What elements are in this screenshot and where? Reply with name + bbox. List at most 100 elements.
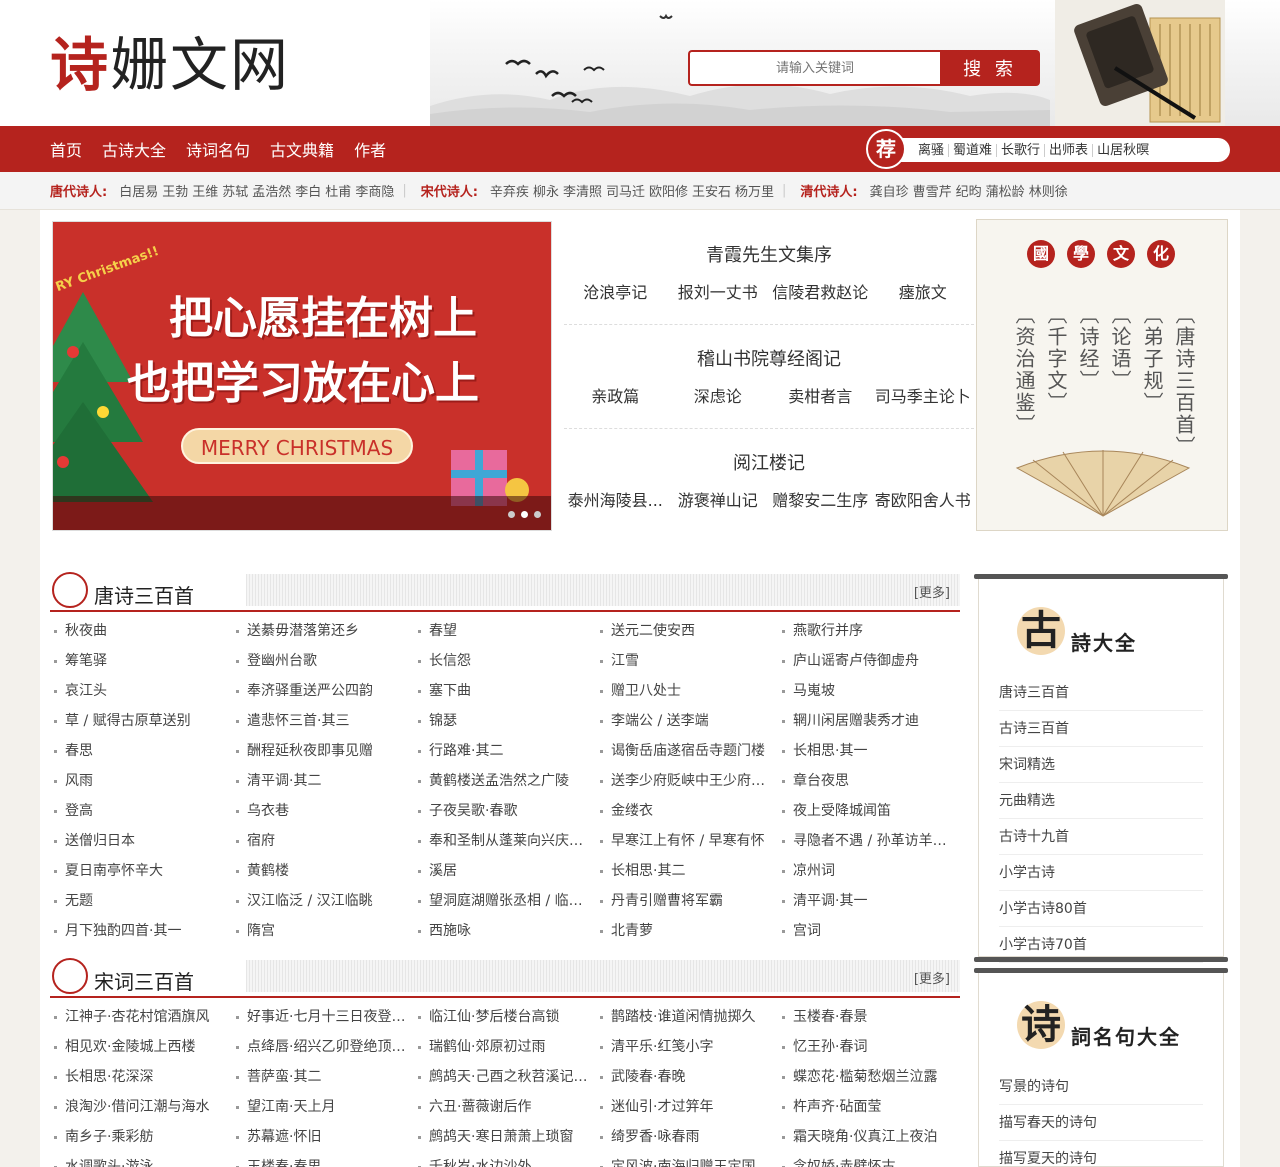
poem-link[interactable]: 迷仙引·才过笄年 (596, 1092, 778, 1122)
featured-item[interactable]: 信陵君救赵论 (769, 279, 871, 303)
poem-link[interactable]: 夏日南亭怀辛大 (50, 856, 232, 886)
poet-link[interactable]: 李清照 (563, 181, 602, 200)
poem-link[interactable]: 无题 (50, 886, 232, 916)
recommend-item[interactable]: 蜀道难 (949, 143, 998, 157)
poem-link[interactable]: 好事近·七月十三日夜登万花川谷望月作 (232, 1002, 414, 1032)
guoxue-book[interactable]: 〔唐诗三百首〕 (1172, 304, 1199, 458)
search-button[interactable]: 搜 索 (940, 50, 1040, 86)
sidebar-link[interactable]: 古诗十九首 (999, 819, 1203, 855)
poem-link[interactable]: 寻隐者不遇 / 孙革访羊尊师 (778, 826, 960, 856)
poem-link[interactable]: 隋宫 (232, 916, 414, 946)
poet-link[interactable]: 司马迁 (606, 181, 645, 200)
poem-link[interactable]: 点绛唇·绍兴乙卯登绝顶小亭 (232, 1032, 414, 1062)
nav-item-home[interactable]: 首页 (50, 137, 82, 161)
sidebar-link[interactable]: 古诗三百首 (999, 711, 1203, 747)
carousel-dot[interactable] (508, 511, 515, 518)
featured-item[interactable]: 沧浪亭记 (564, 279, 666, 303)
poet-link[interactable]: 辛弃疾 (490, 181, 529, 200)
poem-link[interactable]: 北青萝 (596, 916, 778, 946)
poem-link[interactable]: 临江仙·梦后楼台高锁 (414, 1002, 596, 1032)
more-link[interactable]: [更多] (914, 582, 950, 601)
sidebar-link[interactable]: 写景的诗句 (999, 1069, 1203, 1105)
poem-link[interactable]: 千秋岁·水边沙外 (414, 1152, 596, 1167)
poem-link[interactable]: 春望 (414, 616, 596, 646)
recommend-item[interactable]: 离骚 (914, 143, 950, 157)
poem-link[interactable]: 赠卫八处士 (596, 676, 778, 706)
poem-link[interactable]: 登幽州台歌 (232, 646, 414, 676)
poet-link[interactable]: 白居易 (119, 181, 158, 200)
poem-link[interactable]: 望江南·天上月 (232, 1092, 414, 1122)
poem-link[interactable]: 清平调·其一 (778, 886, 960, 916)
poem-link[interactable]: 奉济驿重送严公四韵 (232, 676, 414, 706)
poem-link[interactable]: 南乡子·乘彩舫 (50, 1122, 232, 1152)
poem-link[interactable]: 汉江临泛 / 汉江临眺 (232, 886, 414, 916)
poet-link[interactable]: 欧阳修 (649, 181, 688, 200)
poet-link[interactable]: 苏轼 (222, 181, 248, 200)
poem-link[interactable]: 登高 (50, 796, 232, 826)
poem-link[interactable]: 六丑·蔷薇谢后作 (414, 1092, 596, 1122)
poem-link[interactable]: 念奴娇·赤壁怀古 (778, 1152, 960, 1167)
poem-link[interactable]: 筹笔驿 (50, 646, 232, 676)
poem-link[interactable]: 乌衣巷 (232, 796, 414, 826)
nav-item-guwen[interactable]: 古文典籍 (270, 137, 334, 161)
poem-link[interactable]: 酬程延秋夜即事见赠 (232, 736, 414, 766)
featured-item[interactable]: 深虑论 (667, 383, 769, 407)
guoxue-book[interactable]: 〔资治通鉴〕 (1012, 304, 1039, 458)
poem-link[interactable]: 霜天晓角·仪真江上夜泊 (778, 1122, 960, 1152)
poet-link[interactable]: 孟浩然 (252, 181, 291, 200)
nav-item-author[interactable]: 作者 (354, 137, 386, 161)
poem-link[interactable]: 送李少府贬峡中王少府贬长沙 (596, 766, 778, 796)
poem-link[interactable]: 风雨 (50, 766, 232, 796)
sidebar-link[interactable]: 唐诗三百首 (999, 675, 1203, 711)
recommend-item[interactable]: 出师表 (1045, 143, 1094, 157)
poem-link[interactable]: 武陵春·春晚 (596, 1062, 778, 1092)
featured-item[interactable]: 卖柑者言 (769, 383, 871, 407)
sidebar-link[interactable]: 描写夏天的诗句 (999, 1141, 1203, 1167)
poet-link[interactable]: 柳永 (533, 181, 559, 200)
poem-link[interactable]: 送綦毋潜落第还乡 (232, 616, 414, 646)
poem-link[interactable]: 夜上受降城闻笛 (778, 796, 960, 826)
featured-item[interactable]: 亲政篇 (564, 383, 666, 407)
poem-link[interactable]: 江雪 (596, 646, 778, 676)
poem-link[interactable]: 奉和圣制从蓬莱向兴庆阁道中 (414, 826, 596, 856)
poem-link[interactable]: 送僧归日本 (50, 826, 232, 856)
poem-link[interactable]: 西施咏 (414, 916, 596, 946)
guoxue-book[interactable]: 〔论语〕 (1108, 304, 1135, 458)
recommend-item[interactable]: 长歌行 (997, 143, 1046, 157)
guoxue-book[interactable]: 〔弟子规〕 (1140, 304, 1167, 458)
section-title[interactable]: 宋词三百首 (94, 966, 194, 995)
poem-link[interactable]: 章台夜思 (778, 766, 960, 796)
poem-link[interactable]: 草 / 赋得古原草送别 (50, 706, 232, 736)
sidebar-link[interactable]: 描写春天的诗句 (999, 1105, 1203, 1141)
poem-link[interactable]: 金缕衣 (596, 796, 778, 826)
poem-link[interactable]: 行路难·其二 (414, 736, 596, 766)
site-logo[interactable]: 诗 姗文网 (50, 24, 290, 99)
featured-title[interactable]: 稽山书院尊经阁记 (564, 345, 974, 371)
poem-link[interactable]: 长相思·花深深 (50, 1062, 232, 1092)
poem-link[interactable]: 子夜吴歌·春歌 (414, 796, 596, 826)
poet-link[interactable]: 龚自珍 (870, 181, 909, 200)
featured-item[interactable]: 报刘一丈书 (667, 279, 769, 303)
poem-link[interactable]: 江神子·杏花村馆酒旗风 (50, 1002, 232, 1032)
featured-title[interactable]: 青霞先生文集序 (564, 241, 974, 267)
poet-link[interactable]: 蒲松龄 (986, 181, 1025, 200)
poem-link[interactable]: 长相思·其一 (778, 736, 960, 766)
featured-title[interactable]: 阅江楼记 (564, 449, 974, 475)
guoxue-book[interactable]: 〔千字文〕 (1044, 304, 1071, 458)
sidebar-link[interactable]: 小学古诗80首 (999, 891, 1203, 927)
poem-link[interactable]: 定风波·南海归赠王定国侍人寓娘 (596, 1152, 778, 1167)
poem-link[interactable]: 鹧鸪天·己酉之秋苕溪记所见 (414, 1062, 596, 1092)
poem-link[interactable]: 燕歌行并序 (778, 616, 960, 646)
poet-link[interactable]: 杜甫 (325, 181, 351, 200)
poem-link[interactable]: 瑞鹤仙·郊原初过雨 (414, 1032, 596, 1062)
sidebar-link[interactable]: 宋词精选 (999, 747, 1203, 783)
poem-link[interactable]: 玉楼春·春景 (778, 1002, 960, 1032)
poem-link[interactable]: 锦瑟 (414, 706, 596, 736)
poem-link[interactable]: 黄鹤楼 (232, 856, 414, 886)
poem-link[interactable]: 鹊踏枝·谁道闲情抛掷久 (596, 1002, 778, 1032)
guoxue-book[interactable]: 〔诗经〕 (1076, 304, 1103, 458)
poem-link[interactable]: 溪居 (414, 856, 596, 886)
featured-item[interactable]: 泰州海陵县... (564, 487, 666, 511)
poem-link[interactable]: 宫词 (778, 916, 960, 946)
featured-item[interactable]: 游褒禅山记 (667, 487, 769, 511)
